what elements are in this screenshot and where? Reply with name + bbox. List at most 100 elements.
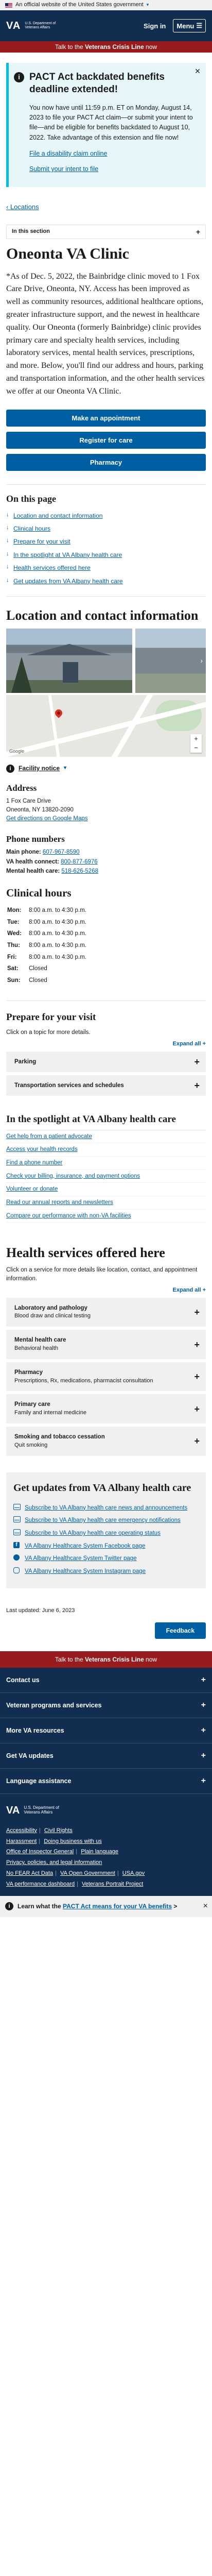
site-footer: Contact us + Veteran programs and service… [0, 1667, 212, 1896]
footer-link[interactable]: Harassment [6, 1838, 37, 1844]
crisis-line-footer-banner[interactable]: Talk to the Veterans Crisis Line now [0, 1651, 212, 1668]
footer-link[interactable]: Accessibility [6, 1827, 37, 1834]
register-for-care-button[interactable]: Register for care [6, 431, 206, 449]
spotlight-link[interactable]: Read our annual reports and newsletters [6, 1199, 113, 1206]
accordion-service[interactable]: Smoking and tobacco cessation Quit smokin… [6, 1427, 206, 1456]
spotlight-link[interactable]: Access your health records [6, 1146, 78, 1153]
va-logo[interactable]: VA [6, 19, 21, 33]
intent-to-file-link[interactable]: Submit your intent to file [29, 164, 199, 174]
crisis-line-banner[interactable]: Talk to the Veterans Crisis Line now [0, 41, 212, 53]
map-zoom-controls[interactable]: + − [190, 734, 202, 753]
jump-link-location[interactable]: Location and contact information [13, 512, 102, 519]
breadcrumb: Locations [0, 195, 212, 212]
spotlight-link[interactable]: Check your billing, insurance, and payme… [6, 1173, 140, 1179]
pact-act-benefits-link[interactable]: PACT Act means for your VA benefits [63, 1903, 172, 1910]
service-title: Smoking and tobacco cessation [14, 1434, 105, 1440]
footer-link[interactable]: Civil Rights [44, 1827, 73, 1834]
footer-link[interactable]: Doing business with us [44, 1838, 102, 1844]
file-claim-link[interactable]: File a disability claim online [29, 149, 199, 158]
subscribe-news-link[interactable]: Subscribe to VA Albany health care news … [25, 1505, 187, 1511]
footer-va-logo[interactable]: VA [6, 1803, 20, 1818]
close-icon[interactable]: × [192, 66, 203, 76]
footer-link[interactable]: VA performance dashboard [6, 1881, 75, 1887]
location-map[interactable]: + − Google [6, 694, 206, 757]
close-icon[interactable]: × [203, 1900, 208, 1912]
phone-link[interactable]: 607-967-8590 [43, 849, 80, 855]
breadcrumb-locations-link[interactable]: Locations [6, 203, 39, 211]
footer-link[interactable]: USA.gov [122, 1870, 145, 1876]
feedback-button[interactable]: Feedback [154, 1622, 206, 1639]
subscribe-emergency-link[interactable]: Subscribe to VA Albany health care emerg… [25, 1517, 181, 1523]
phone-mental-health: Mental health care: 518-626-5268 [6, 867, 206, 876]
plus-icon: + [194, 1371, 200, 1382]
footer-link[interactable]: Veterans Portrait Project [82, 1881, 143, 1887]
accordion-service[interactable]: Primary care Family and internal medicine… [6, 1394, 206, 1424]
info-icon: i [14, 72, 24, 82]
jump-link-prepare[interactable]: Prepare for your visit [13, 538, 70, 545]
accordion-title: Parking [14, 1058, 37, 1065]
hours-row: Sat: Closed [7, 963, 86, 974]
expand-all-prepare-link[interactable]: Expand all + [173, 1041, 206, 1047]
accordion-transportation[interactable]: Transportation services and schedules + [6, 1075, 206, 1096]
jump-link-updates[interactable]: Get updates from VA Albany health care [13, 578, 123, 585]
updates-heading: Get updates from VA Albany health care [13, 1482, 191, 1494]
site-header: VA U.S. Department of Veterans Affairs S… [0, 10, 212, 41]
accordion-service[interactable]: Pharmacy Prescriptions, Rx, medications, … [6, 1362, 206, 1392]
pharmacy-button[interactable]: Pharmacy [6, 453, 206, 471]
service-subtitle: Behavioral health [14, 1345, 59, 1351]
twitter-link[interactable]: VA Albany Healthcare System Twitter page [25, 1555, 137, 1562]
in-this-section-toggle[interactable]: In this section + [6, 225, 206, 240]
crisis-line-link[interactable]: Veterans Crisis Line [85, 43, 144, 50]
jump-link-services[interactable]: Health services offered here [13, 564, 91, 571]
footer-link[interactable]: VA Open Government [60, 1870, 115, 1876]
menu-button[interactable]: Menu ☰ [173, 19, 206, 32]
spotlight-link[interactable]: Get help from a patient advocate [6, 1133, 92, 1140]
hours-time: 8:00 a.m. to 4:30 p.m. [29, 907, 86, 913]
footer-accordion-updates[interactable]: Get VA updates + [0, 1743, 212, 1769]
spotlight-link[interactable]: Compare our performance with non-VA faci… [6, 1213, 131, 1219]
footer-link[interactable]: No FEAR Act Data [6, 1870, 53, 1876]
updates-item: Subscribe to VA Albany health care emerg… [13, 1514, 199, 1527]
spotlight-section: In the spotlight at VA Albany health car… [6, 1111, 206, 1223]
facility-notice-link[interactable]: Facility notice [19, 764, 60, 773]
directions-link[interactable]: Get directions on Google Maps [6, 816, 88, 822]
facebook-link[interactable]: VA Albany Healthcare System Facebook pag… [25, 1543, 145, 1549]
footer-link[interactable]: Office of Inspector General [6, 1849, 74, 1855]
footer-accordion-language[interactable]: Language assistance + [0, 1769, 212, 1794]
footer-link[interactable]: Privacy, policies, and legal information [6, 1859, 102, 1866]
footer-logo-subtitle: U.S. Department of Veterans Affairs [24, 1805, 59, 1815]
spotlight-item: Read our annual reports and newsletters [6, 1196, 206, 1210]
page-title: Oneonta VA Clinic [6, 245, 129, 263]
footer-accordion-programs[interactable]: Veteran programs and services + [0, 1693, 212, 1718]
sign-in-button[interactable]: Sign in [140, 20, 169, 32]
accordion-parking[interactable]: Parking + [6, 1051, 206, 1072]
chevron-down-icon[interactable]: ▾ [147, 2, 149, 8]
spotlight-link[interactable]: Volunteer or donate [6, 1186, 58, 1192]
clinic-intro: *As of Dec. 5, 2022, the Bainbridge clin… [6, 272, 205, 396]
jump-link-spotlight[interactable]: In the spotlight at VA Albany health car… [13, 551, 122, 558]
expand-all-services-link[interactable]: Expand all + [173, 1287, 206, 1293]
instagram-link[interactable]: VA Albany Healthcare System Instagram pa… [25, 1568, 146, 1574]
facility-notice[interactable]: i Facility notice ▾ [6, 764, 206, 773]
phone-link[interactable]: 800-877-6976 [61, 859, 98, 865]
footer-accordion-resources[interactable]: More VA resources + [0, 1718, 212, 1743]
hamburger-icon: ☰ [196, 22, 202, 29]
gov-banner[interactable]: An official website of the United States… [0, 0, 212, 10]
footer-accordion-contact[interactable]: Contact us + [0, 1668, 212, 1693]
pact-act-alert: i × PACT Act backdated benefits deadline… [6, 63, 206, 188]
chevron-right-icon[interactable]: › [200, 655, 203, 666]
accordion-service[interactable]: Mental health care Behavioral health + [6, 1330, 206, 1359]
phone-link[interactable]: 518-626-5268 [61, 868, 98, 874]
spotlight-heading: In the spotlight at VA Albany health car… [6, 1113, 176, 1125]
make-appointment-button[interactable]: Make an appointment [6, 409, 206, 427]
facility-photo-main[interactable] [6, 628, 132, 693]
subscribe-status-link[interactable]: Subscribe to VA Albany health care opera… [25, 1530, 161, 1536]
footer-brand: VA U.S. Department of Veterans Affairs [0, 1794, 212, 1823]
plus-icon: + [201, 1751, 206, 1760]
jump-link-hours[interactable]: Clinical hours [13, 525, 50, 532]
accordion-service[interactable]: Laboratory and pathology Blood draw and c… [6, 1297, 206, 1327]
crisis-line-link[interactable]: Veterans Crisis Line [85, 1656, 144, 1663]
footer-link[interactable]: Plain language [81, 1849, 118, 1855]
facility-photo-secondary[interactable]: › [135, 628, 206, 693]
spotlight-link[interactable]: Find a phone number [6, 1160, 62, 1166]
